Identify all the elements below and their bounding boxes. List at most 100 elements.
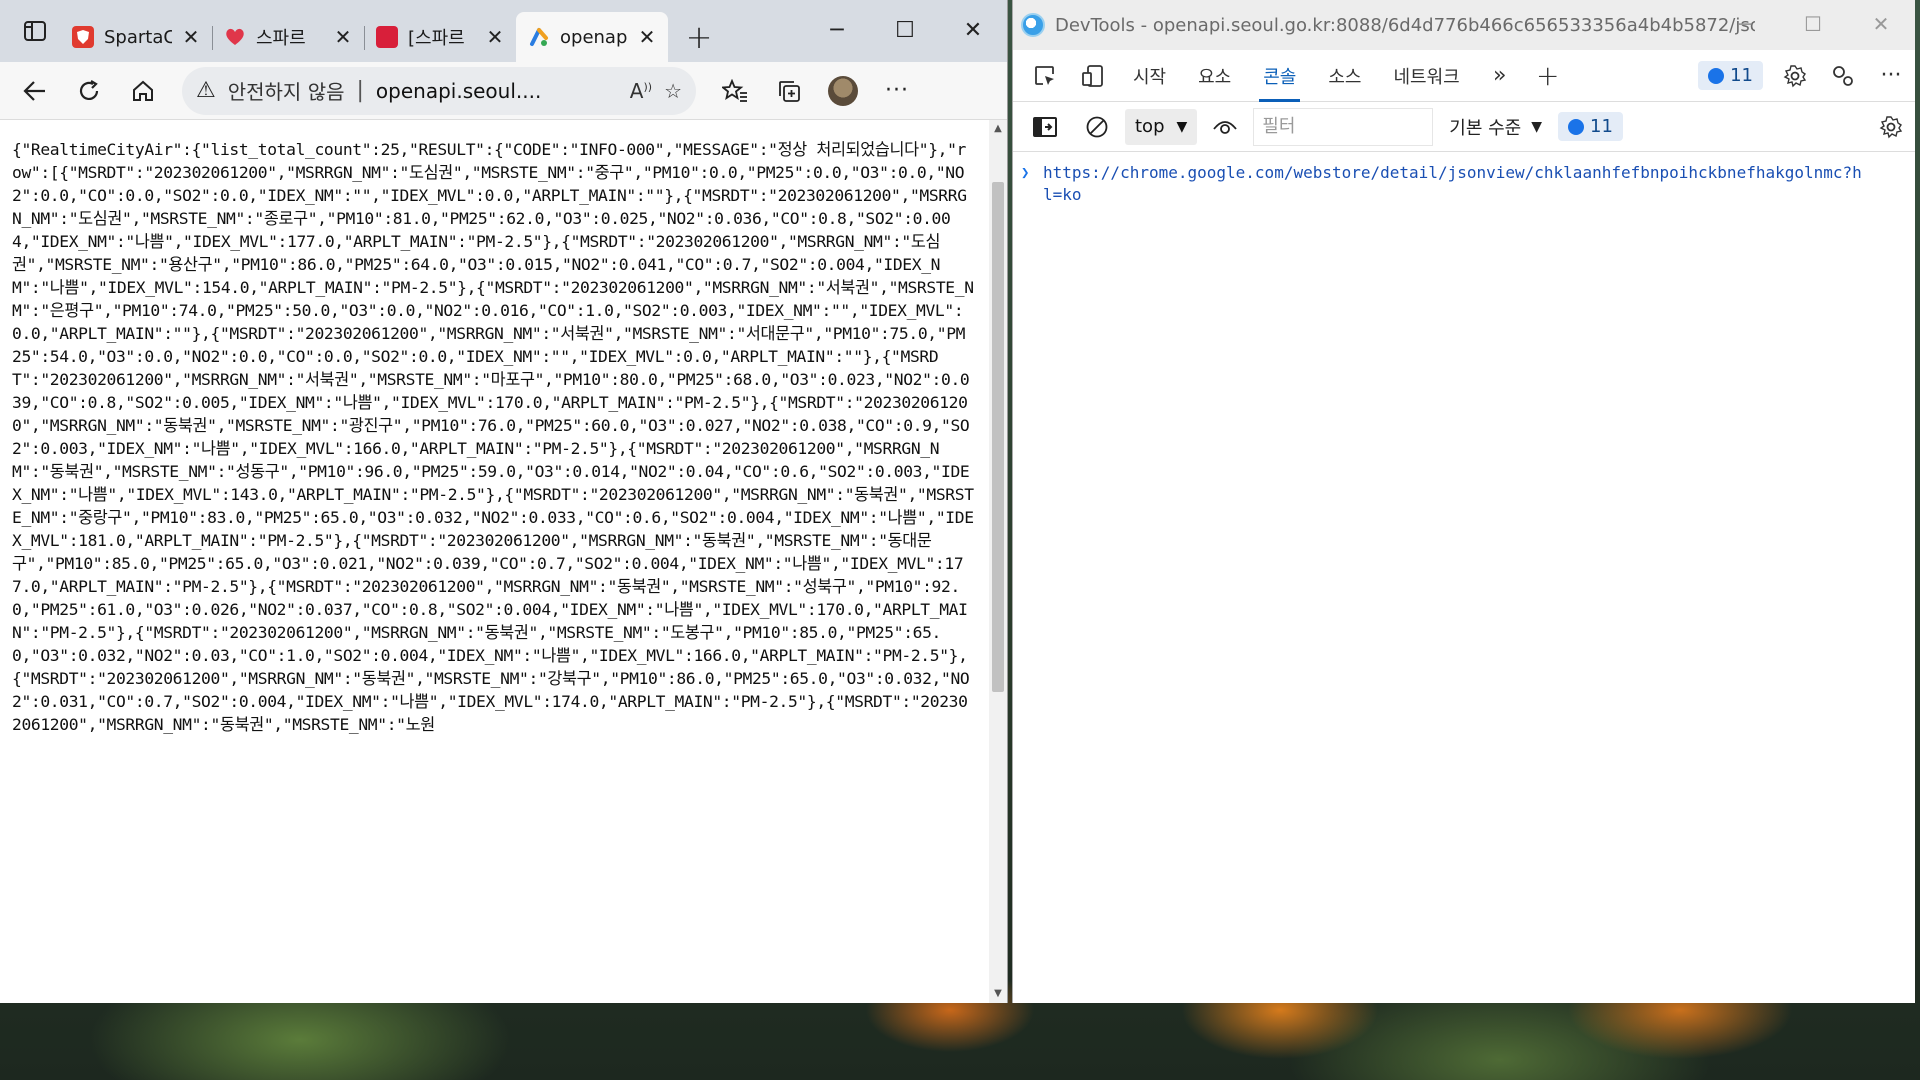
tab-title: [스파르 [408, 28, 465, 49]
maximize-button[interactable]: ☐ [1779, 0, 1847, 48]
tab-spartac[interactable]: SpartaC ✕ [60, 12, 212, 62]
read-aloud-icon[interactable]: A)) [630, 79, 652, 103]
tab-sparta-3[interactable]: [스파르 ✕ [364, 12, 516, 62]
add-tab-button[interactable]: + [1524, 54, 1572, 98]
issues-badge[interactable]: 11 [1698, 61, 1763, 90]
tab-elements[interactable]: 요소 [1182, 50, 1247, 102]
inspect-element-button[interactable] [1021, 54, 1069, 98]
message-icon [1708, 67, 1725, 84]
console-toolbar: top ▼ 기본 수준 ▼ 11 [1013, 102, 1915, 152]
home-button[interactable] [118, 68, 168, 114]
devtools-window-controls: ─ ☐ ✕ [1711, 0, 1915, 48]
console-settings-button[interactable] [1867, 105, 1915, 149]
close-window-button[interactable]: ✕ [1847, 0, 1915, 48]
url-text[interactable]: openapi.seoul.... [376, 79, 618, 103]
page-content: {"RealtimeCityAir":{"list_total_count":2… [0, 120, 1007, 1003]
warning-icon[interactable]: ⚠ [196, 78, 216, 103]
minimize-button[interactable]: ─ [803, 0, 871, 60]
refresh-button[interactable] [64, 68, 114, 114]
back-arrow-icon [23, 80, 45, 101]
browser-toolbar: ⚠ 안전하지 않음 | openapi.seoul.... A)) ☆ ··· [0, 62, 1007, 120]
new-tab-button[interactable]: + [674, 12, 724, 62]
add-favorite-icon[interactable]: ☆ [664, 79, 682, 103]
log-level-selector[interactable]: 기본 수준 ▼ [1437, 109, 1554, 145]
close-icon[interactable]: ✕ [334, 25, 352, 49]
home-icon [133, 80, 153, 101]
chevron-double-right-icon: » [1493, 63, 1507, 88]
tab-title: 스파르 [256, 28, 306, 49]
chevron-right-icon[interactable]: ❯ [1021, 162, 1035, 206]
heart-logo-icon [224, 26, 246, 48]
close-icon[interactable]: ✕ [638, 25, 656, 49]
tab-actions-button[interactable] [10, 6, 60, 56]
tab-network[interactable]: 네트워크 [1378, 50, 1476, 102]
collections-button[interactable] [764, 68, 814, 114]
devtools-window-title: DevTools - openapi.seoul.go.kr:8088/6d4d… [1055, 14, 1755, 36]
profile-button[interactable] [818, 68, 868, 114]
console-link[interactable]: https://chrome.google.com/webstore/detai… [1043, 162, 1863, 206]
plus-icon: + [1536, 59, 1560, 92]
vertical-scrollbar[interactable]: ▲ ▼ [989, 120, 1007, 1003]
close-icon[interactable]: ✕ [182, 25, 200, 49]
tab-actions-icon [24, 21, 46, 41]
issues-count: 11 [1590, 116, 1613, 137]
tab-title: SpartaC [104, 26, 172, 48]
tab-title: openap [560, 26, 628, 48]
scrollbar-thumb[interactable] [992, 182, 1004, 692]
more-menu-button[interactable]: ··· [872, 68, 922, 114]
book-icon [376, 26, 398, 48]
devtools-window: DevTools - openapi.seoul.go.kr:8088/6d4d… [1012, 0, 1915, 1003]
live-expression-button[interactable] [1201, 105, 1249, 149]
favorites-button[interactable] [710, 68, 760, 114]
tab-openapi[interactable]: openap ✕ [516, 12, 668, 62]
plus-icon: + [685, 18, 713, 56]
back-button[interactable] [10, 68, 60, 114]
scroll-down-arrow-icon[interactable]: ▼ [989, 985, 1007, 1003]
context-value: top [1135, 116, 1165, 137]
more-tabs-button[interactable]: » [1476, 54, 1524, 98]
customize-button[interactable] [1819, 54, 1867, 98]
message-icon [1568, 118, 1585, 135]
divider: | [356, 78, 364, 103]
window-controls: ─ ☐ ✕ [803, 0, 1007, 60]
context-selector[interactable]: top ▼ [1125, 108, 1198, 145]
tab-sparta-2[interactable]: 스파르 ✕ [212, 12, 364, 62]
more-icon: ··· [1880, 63, 1902, 88]
tab-sources[interactable]: 소스 [1312, 50, 1377, 102]
sidebar-toggle-icon [1033, 116, 1057, 137]
console-output: ❯ https://chrome.google.com/webstore/det… [1013, 152, 1915, 1003]
sparta-shield-icon [72, 26, 94, 48]
settings-button[interactable] [1771, 54, 1819, 98]
console-filter-input[interactable] [1253, 107, 1434, 146]
close-window-button[interactable]: ✕ [939, 0, 1007, 60]
issues-count: 11 [1730, 65, 1753, 86]
console-issues-badge[interactable]: 11 [1558, 112, 1623, 141]
more-icon: ··· [885, 78, 909, 103]
scroll-up-arrow-icon[interactable]: ▲ [989, 120, 1007, 138]
console-sidebar-button[interactable] [1021, 105, 1069, 149]
devtools-tab-bar: 시작 요소 콘솔 소스 네트워크 » + 11 ··· [1013, 50, 1915, 102]
maximize-button[interactable]: ☐ [871, 0, 939, 60]
avatar [828, 75, 858, 106]
minimize-button[interactable]: ─ [1711, 0, 1779, 48]
log-level-value: 기본 수준 [1449, 117, 1522, 139]
security-label[interactable]: 안전하지 않음 [228, 76, 345, 105]
tab-console[interactable]: 콘솔 [1247, 50, 1312, 102]
devtools-titlebar: DevTools - openapi.seoul.go.kr:8088/6d4d… [1013, 0, 1915, 50]
browser-window: SpartaC ✕ 스파르 ✕ [스파르 ✕ openap ✕ + ─ ☐ ✕ [0, 0, 1008, 1003]
collections-icon [779, 80, 800, 102]
devtools-more-button[interactable]: ··· [1867, 54, 1915, 98]
console-message: ❯ https://chrome.google.com/webstore/det… [1021, 152, 1915, 206]
clear-console-button[interactable] [1073, 105, 1121, 149]
connection-icon [1833, 65, 1853, 86]
api-logo-icon [528, 26, 550, 48]
device-emulation-button[interactable] [1069, 54, 1117, 98]
tab-strip: SpartaC ✕ 스파르 ✕ [스파르 ✕ openap ✕ + ─ ☐ ✕ [0, 0, 1007, 62]
address-bar[interactable]: ⚠ 안전하지 않음 | openapi.seoul.... A)) ☆ [182, 66, 696, 115]
clear-icon [1086, 116, 1108, 137]
tab-welcome[interactable]: 시작 [1117, 50, 1182, 102]
caret-down-icon: ▼ [1531, 118, 1543, 135]
edge-logo-icon [1021, 13, 1045, 37]
gear-icon [1783, 64, 1807, 87]
close-icon[interactable]: ✕ [486, 25, 504, 49]
